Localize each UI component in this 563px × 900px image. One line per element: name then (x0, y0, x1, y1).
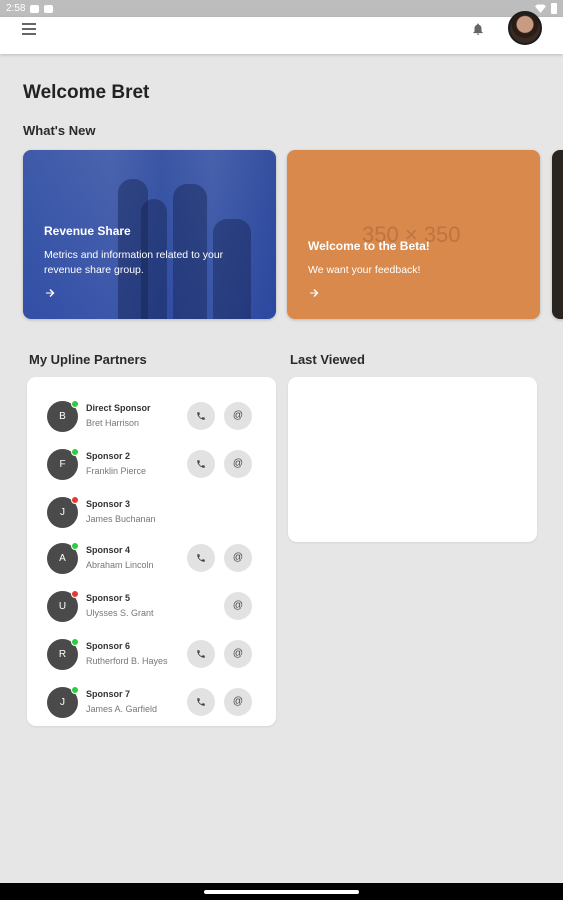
partner-initial: J (60, 697, 65, 708)
last-viewed-heading: Last Viewed (290, 352, 365, 367)
email-button[interactable]: @ (224, 450, 252, 478)
partner-role: Sponsor 6 (86, 641, 131, 651)
partner-name: Abraham Lincoln (86, 560, 154, 570)
at-icon: @ (232, 648, 244, 659)
phone-icon (197, 554, 205, 562)
message-icon (30, 4, 40, 13)
partner-initial: F (59, 459, 66, 470)
partner-name: James Buchanan (86, 514, 156, 524)
partner-role: Sponsor 4 (86, 545, 131, 555)
email-button[interactable]: @ (224, 544, 252, 572)
at-icon: @ (232, 458, 244, 469)
next-card[interactable] (552, 150, 563, 319)
status-indicator (71, 686, 79, 694)
partner-name: Ulysses S. Grant (86, 608, 154, 618)
status-indicator (71, 496, 79, 504)
navigation-bar (0, 883, 563, 900)
partner-name: Franklin Pierce (86, 466, 147, 476)
wifi-icon (535, 4, 546, 13)
partner-role: Sponsor 2 (86, 451, 131, 461)
menu-icon[interactable] (22, 23, 36, 35)
at-icon: @ (232, 410, 244, 421)
partner-name: James A. Garfield (86, 704, 158, 714)
at-icon: @ (232, 600, 244, 611)
app-bar (0, 11, 563, 54)
call-button[interactable] (187, 402, 215, 430)
call-button[interactable] (187, 450, 215, 478)
avatar[interactable] (508, 11, 542, 45)
partner-initial: B (59, 411, 66, 422)
notification-indicator-icon (44, 4, 54, 13)
card-description: Metrics and information related to your … (44, 249, 224, 276)
status-bar: 2:58 (0, 0, 563, 17)
partner-row: J Sponsor 3 James Buchanan (27, 493, 276, 533)
partner-initial: U (58, 601, 67, 612)
last-viewed-card (288, 377, 537, 542)
status-indicator (71, 448, 79, 456)
welcome-beta-card[interactable]: 350 × 350 Welcome to the Beta! We want y… (287, 150, 540, 319)
status-indicator (71, 638, 79, 646)
partner-name: Bret Harrison (86, 418, 140, 428)
card-title: Welcome to the Beta! (308, 239, 430, 253)
partner-row: A Sponsor 4 Abraham Lincoln @ (27, 539, 276, 579)
card-title: Revenue Share (44, 224, 131, 238)
phone-icon (197, 698, 205, 706)
status-indicator (71, 542, 79, 550)
partner-name: Rutherford B. Hayes (86, 656, 168, 666)
status-indicator (71, 400, 79, 408)
email-button[interactable]: @ (224, 592, 252, 620)
status-time: 2:58 (6, 3, 26, 14)
card-description: We want your feedback! (308, 264, 421, 276)
arrow-right-icon[interactable] (308, 287, 320, 299)
partner-initial: J (60, 507, 65, 518)
whats-new-heading: What's New (23, 123, 96, 138)
partner-row: J Sponsor 7 James A. Garfield @ (27, 683, 276, 723)
call-button[interactable] (187, 544, 215, 572)
partner-initial: A (59, 553, 66, 564)
partner-initial: R (58, 649, 67, 660)
status-indicator (71, 590, 79, 598)
partner-role: Sponsor 5 (86, 593, 131, 603)
phone-icon (197, 650, 205, 658)
upline-partners-card: B Direct Sponsor Bret Harrison @ F Sponsor 2F… (27, 377, 276, 726)
welcome-heading: Welcome Bret (23, 82, 150, 103)
at-icon: @ (232, 552, 244, 563)
home-indicator[interactable] (204, 890, 359, 894)
revenue-share-card[interactable]: Revenue Share Metrics and information re… (23, 150, 276, 319)
arrow-right-icon[interactable] (44, 287, 56, 299)
call-button[interactable] (187, 688, 215, 716)
phone-icon (197, 412, 205, 420)
partner-row: R Sponsor 6 Rutherford B. Hayes @ (27, 635, 276, 675)
partner-row: U Sponsor 5 Ulysses S. Grant @ (27, 587, 276, 627)
call-button[interactable] (187, 640, 215, 668)
email-button[interactable]: @ (224, 402, 252, 430)
phone-icon (197, 460, 205, 468)
bell-icon[interactable] (471, 22, 485, 36)
email-button[interactable]: @ (224, 688, 252, 716)
email-button[interactable]: @ (224, 640, 252, 668)
partner-role: Sponsor 3 (86, 499, 131, 509)
partner-row: B Direct Sponsor Bret Harrison @ (27, 397, 276, 437)
partner-role: Direct Sponsor (86, 403, 151, 413)
partner-row: F Sponsor 2 Franklin Pierce @ (27, 445, 276, 485)
battery-icon (551, 3, 557, 14)
at-icon: @ (232, 696, 244, 707)
partner-role: Sponsor 7 (86, 689, 131, 699)
upline-partners-heading: My Upline Partners (29, 352, 147, 367)
